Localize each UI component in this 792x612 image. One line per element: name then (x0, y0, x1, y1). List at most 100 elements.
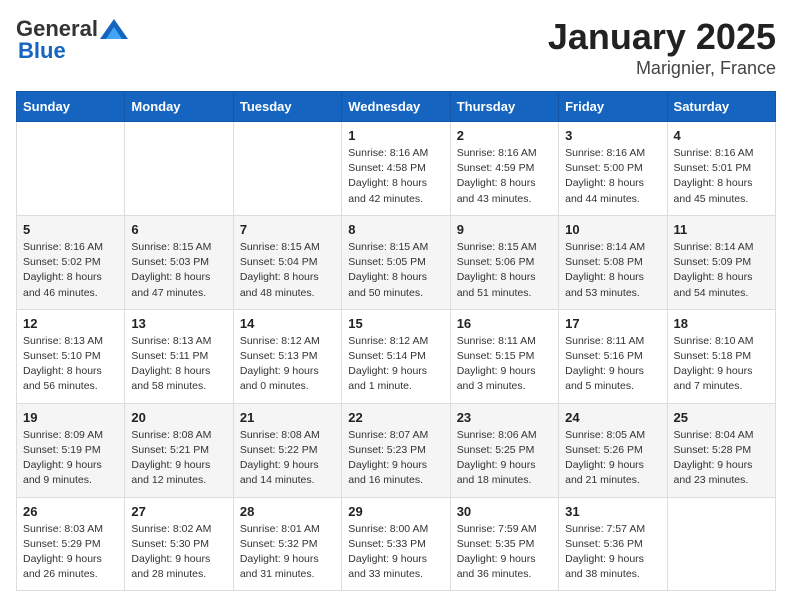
calendar-cell: 12 Sunrise: 8:13 AM Sunset: 5:10 PM Dayli… (17, 309, 125, 403)
day-number: 16 (457, 316, 552, 331)
calendar-cell (17, 122, 125, 216)
day-info: Sunrise: 8:15 AM Sunset: 5:05 PM Dayligh… (348, 240, 443, 301)
logo-blue-text: Blue (18, 38, 66, 63)
day-number: 6 (131, 222, 226, 237)
day-info: Sunrise: 8:15 AM Sunset: 5:06 PM Dayligh… (457, 240, 552, 301)
day-number: 15 (348, 316, 443, 331)
day-info: Sunrise: 8:11 AM Sunset: 5:16 PM Dayligh… (565, 334, 660, 395)
calendar-cell: 7 Sunrise: 8:15 AM Sunset: 5:04 PM Daylig… (233, 215, 341, 309)
day-info: Sunrise: 8:12 AM Sunset: 5:13 PM Dayligh… (240, 334, 335, 395)
calendar-cell: 13 Sunrise: 8:13 AM Sunset: 5:11 PM Dayli… (125, 309, 233, 403)
day-info: Sunrise: 7:57 AM Sunset: 5:36 PM Dayligh… (565, 522, 660, 583)
day-number: 30 (457, 504, 552, 519)
calendar-cell: 10 Sunrise: 8:14 AM Sunset: 5:08 PM Dayli… (559, 215, 667, 309)
day-info: Sunrise: 8:06 AM Sunset: 5:25 PM Dayligh… (457, 428, 552, 489)
header-day-monday: Monday (125, 92, 233, 122)
week-row-4: 19Sunrise: 8:09 AM Sunset: 5:19 PM Dayli… (17, 403, 776, 497)
calendar-cell (667, 497, 775, 591)
calendar-header: SundayMondayTuesdayWednesdayThursdayFrid… (17, 92, 776, 122)
day-info: Sunrise: 8:15 AM Sunset: 5:03 PM Dayligh… (131, 240, 226, 301)
day-number: 4 (674, 128, 769, 143)
day-info: Sunrise: 8:00 AM Sunset: 5:33 PM Dayligh… (348, 522, 443, 583)
day-info: Sunrise: 8:14 AM Sunset: 5:09 PM Dayligh… (674, 240, 769, 301)
day-info: Sunrise: 8:16 AM Sunset: 5:00 PM Dayligh… (565, 146, 660, 207)
day-number: 22 (348, 410, 443, 425)
day-info: Sunrise: 8:15 AM Sunset: 5:04 PM Dayligh… (240, 240, 335, 301)
day-number: 12 (23, 316, 118, 331)
header-day-tuesday: Tuesday (233, 92, 341, 122)
day-info: Sunrise: 8:08 AM Sunset: 5:22 PM Dayligh… (240, 428, 335, 489)
calendar-cell: 31 Sunrise: 7:57 AM Sunset: 5:36 PM Dayli… (559, 497, 667, 591)
day-number: 25 (674, 410, 769, 425)
day-info: Sunrise: 8:09 AM Sunset: 5:19 PM Dayligh… (23, 428, 118, 489)
day-number: 17 (565, 316, 660, 331)
day-number: 26 (23, 504, 118, 519)
calendar-cell: 9 Sunrise: 8:15 AM Sunset: 5:06 PM Daylig… (450, 215, 558, 309)
calendar-body: 1 Sunrise: 8:16 AM Sunset: 4:58 PM Daylig… (17, 122, 776, 591)
day-number: 21 (240, 410, 335, 425)
day-info: Sunrise: 8:01 AM Sunset: 5:32 PM Dayligh… (240, 522, 335, 583)
day-info: Sunrise: 8:14 AM Sunset: 5:08 PM Dayligh… (565, 240, 660, 301)
calendar-cell: 17 Sunrise: 8:11 AM Sunset: 5:16 PM Dayli… (559, 309, 667, 403)
day-number: 13 (131, 316, 226, 331)
header-day-friday: Friday (559, 92, 667, 122)
header-day-saturday: Saturday (667, 92, 775, 122)
calendar-cell: 21 Sunrise: 8:08 AM Sunset: 5:22 PM Dayli… (233, 403, 341, 497)
calendar-cell: 1 Sunrise: 8:16 AM Sunset: 4:58 PM Daylig… (342, 122, 450, 216)
calendar-cell: 4Sunrise: 8:16 AM Sunset: 5:01 PM Daylig… (667, 122, 775, 216)
week-row-3: 12 Sunrise: 8:13 AM Sunset: 5:10 PM Dayli… (17, 309, 776, 403)
day-number: 24 (565, 410, 660, 425)
title-block: January 2025 Marignier, France (548, 16, 776, 79)
calendar-cell: 2 Sunrise: 8:16 AM Sunset: 4:59 PM Daylig… (450, 122, 558, 216)
day-number: 23 (457, 410, 552, 425)
week-row-5: 26Sunrise: 8:03 AM Sunset: 5:29 PM Dayli… (17, 497, 776, 591)
day-info: Sunrise: 8:04 AM Sunset: 5:28 PM Dayligh… (674, 428, 769, 489)
header-day-sunday: Sunday (17, 92, 125, 122)
calendar-subtitle: Marignier, France (548, 58, 776, 79)
week-row-2: 5Sunrise: 8:16 AM Sunset: 5:02 PM Daylig… (17, 215, 776, 309)
calendar-cell: 6 Sunrise: 8:15 AM Sunset: 5:03 PM Daylig… (125, 215, 233, 309)
calendar-cell: 23 Sunrise: 8:06 AM Sunset: 5:25 PM Dayli… (450, 403, 558, 497)
day-info: Sunrise: 8:13 AM Sunset: 5:10 PM Dayligh… (23, 334, 118, 395)
calendar-cell: 30 Sunrise: 7:59 AM Sunset: 5:35 PM Dayli… (450, 497, 558, 591)
day-info: Sunrise: 8:16 AM Sunset: 4:59 PM Dayligh… (457, 146, 552, 207)
calendar-table: SundayMondayTuesdayWednesdayThursdayFrid… (16, 91, 776, 591)
day-info: Sunrise: 8:12 AM Sunset: 5:14 PM Dayligh… (348, 334, 443, 395)
day-number: 2 (457, 128, 552, 143)
day-info: Sunrise: 8:11 AM Sunset: 5:15 PM Dayligh… (457, 334, 552, 395)
day-number: 1 (348, 128, 443, 143)
calendar-cell (125, 122, 233, 216)
day-number: 7 (240, 222, 335, 237)
day-number: 14 (240, 316, 335, 331)
day-info: Sunrise: 8:13 AM Sunset: 5:11 PM Dayligh… (131, 334, 226, 395)
day-info: Sunrise: 8:16 AM Sunset: 4:58 PM Dayligh… (348, 146, 443, 207)
calendar-cell: 19Sunrise: 8:09 AM Sunset: 5:19 PM Dayli… (17, 403, 125, 497)
day-number: 29 (348, 504, 443, 519)
page-header: General Blue January 2025 Marignier, Fra… (16, 16, 776, 79)
day-number: 31 (565, 504, 660, 519)
calendar-cell: 27Sunrise: 8:02 AM Sunset: 5:30 PM Dayli… (125, 497, 233, 591)
day-number: 11 (674, 222, 769, 237)
day-info: Sunrise: 7:59 AM Sunset: 5:35 PM Dayligh… (457, 522, 552, 583)
header-day-thursday: Thursday (450, 92, 558, 122)
calendar-cell (233, 122, 341, 216)
calendar-cell: 25 Sunrise: 8:04 AM Sunset: 5:28 PM Dayli… (667, 403, 775, 497)
week-row-1: 1 Sunrise: 8:16 AM Sunset: 4:58 PM Daylig… (17, 122, 776, 216)
calendar-cell: 8 Sunrise: 8:15 AM Sunset: 5:05 PM Daylig… (342, 215, 450, 309)
calendar-cell: 16 Sunrise: 8:11 AM Sunset: 5:15 PM Dayli… (450, 309, 558, 403)
day-number: 8 (348, 222, 443, 237)
logo-icon (100, 19, 128, 39)
calendar-cell: 24Sunrise: 8:05 AM Sunset: 5:26 PM Dayli… (559, 403, 667, 497)
day-number: 5 (23, 222, 118, 237)
calendar-cell: 3Sunrise: 8:16 AM Sunset: 5:00 PM Daylig… (559, 122, 667, 216)
calendar-cell: 11 Sunrise: 8:14 AM Sunset: 5:09 PM Dayli… (667, 215, 775, 309)
day-number: 9 (457, 222, 552, 237)
logo: General Blue (16, 16, 128, 64)
calendar-cell: 5Sunrise: 8:16 AM Sunset: 5:02 PM Daylig… (17, 215, 125, 309)
header-row: SundayMondayTuesdayWednesdayThursdayFrid… (17, 92, 776, 122)
day-info: Sunrise: 8:07 AM Sunset: 5:23 PM Dayligh… (348, 428, 443, 489)
day-number: 10 (565, 222, 660, 237)
day-info: Sunrise: 8:08 AM Sunset: 5:21 PM Dayligh… (131, 428, 226, 489)
day-number: 18 (674, 316, 769, 331)
calendar-cell: 28Sunrise: 8:01 AM Sunset: 5:32 PM Dayli… (233, 497, 341, 591)
